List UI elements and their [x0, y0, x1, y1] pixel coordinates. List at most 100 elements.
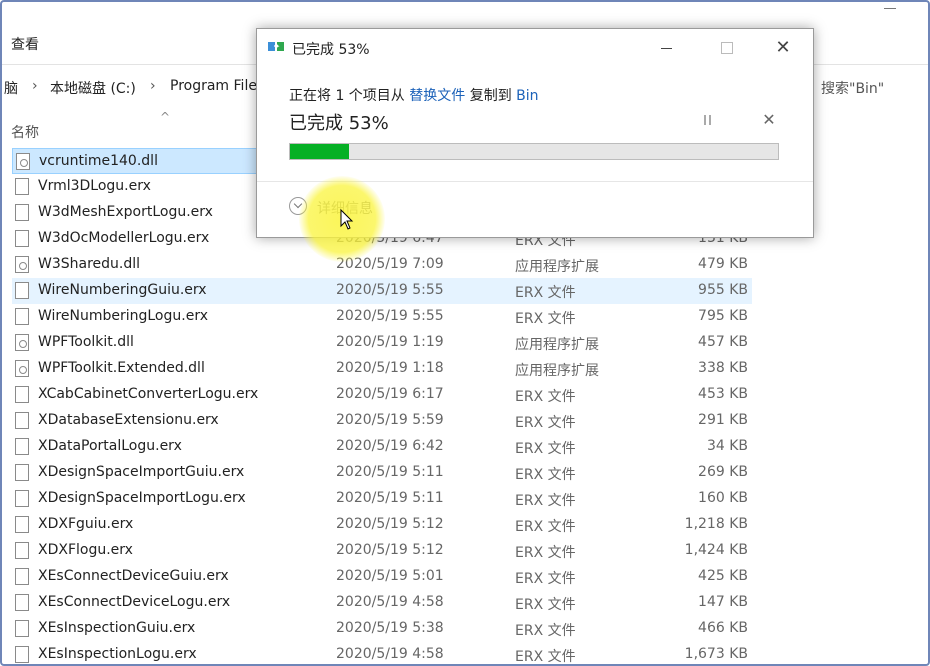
file-icon: [15, 386, 29, 403]
file-icon: [15, 438, 29, 455]
file-name: XEsConnectDeviceGuiu.erx: [38, 568, 229, 584]
file-type: ERX 文件: [515, 285, 576, 301]
file-row[interactable]: XDXFguiu.erx 2020/5/19 5:12 ERX 文件 1,218 KB: [12, 512, 752, 538]
file-date: 2020/5/19 1:19: [336, 334, 444, 350]
file-row[interactable]: WireNumberingGuiu.erx 2020/5/19 5:55 ERX 文…: [12, 278, 752, 304]
file-date: 2020/5/19 4:58: [336, 594, 444, 610]
pause-icon[interactable]: [700, 113, 716, 129]
breadcrumb-separator-icon: ›: [150, 78, 156, 94]
maximize-button[interactable]: [704, 33, 750, 63]
file-name: Vrml3DLogu.erx: [38, 178, 151, 194]
file-type: ERX 文件: [515, 467, 576, 483]
file-date: 2020/5/19 5:11: [336, 464, 444, 480]
file-type: 应用程序扩展: [515, 337, 599, 353]
file-name: W3Sharedu.dll: [38, 256, 141, 272]
mouse-cursor-icon: [340, 209, 354, 230]
minimize-button[interactable]: [644, 33, 690, 63]
file-size: 795 KB: [698, 308, 748, 324]
file-type: ERX 文件: [515, 623, 576, 639]
file-row[interactable]: XDesignSpaceImportLogu.erx 2020/5/19 5:11…: [12, 486, 752, 512]
file-row[interactable]: XCabCabinetConverterLogu.erx 2020/5/19 6:…: [12, 382, 752, 408]
column-header-name[interactable]: 名称: [11, 122, 39, 142]
file-date: 2020/5/19 6:17: [336, 386, 444, 402]
file-date: 2020/5/19 6:42: [336, 438, 444, 454]
file-date: 2020/5/19 5:38: [336, 620, 444, 636]
file-type: ERX 文件: [515, 389, 576, 405]
file-icon: [15, 568, 29, 585]
file-icon: [15, 464, 29, 481]
file-date: 2020/5/19 5:12: [336, 516, 444, 532]
file-name: XDesignSpaceImportGuiu.erx: [38, 464, 245, 480]
file-name: W3dOcModellerLogu.erx: [38, 230, 210, 246]
file-size: 955 KB: [698, 282, 748, 298]
progress-bar: [289, 143, 779, 160]
file-row[interactable]: XDataPortalLogu.erx 2020/5/19 6:42 ERX 文件 3…: [12, 434, 752, 460]
file-size: 479 KB: [698, 256, 748, 272]
file-name: W3dMeshExportLogu.erx: [38, 204, 213, 220]
file-size: 425 KB: [698, 568, 748, 584]
file-name: XDesignSpaceImportLogu.erx: [38, 490, 246, 506]
progress-fill: [290, 144, 349, 159]
file-name: vcruntime140.dll: [39, 153, 158, 169]
file-row[interactable]: XEsConnectDeviceLogu.erx 2020/5/19 4:58 ER…: [12, 590, 752, 616]
file-name: WPFToolkit.Extended.dll: [38, 360, 205, 376]
file-type: ERX 文件: [515, 441, 576, 457]
search-input[interactable]: 搜索"Bin": [810, 72, 928, 102]
file-icon: [15, 646, 29, 663]
file-name: XEsConnectDeviceLogu.erx: [38, 594, 231, 610]
status-mid: 复制到: [465, 88, 517, 104]
sort-ascending-icon: ^: [160, 110, 171, 124]
breadcrumb-separator-icon: ›: [32, 78, 38, 94]
file-row[interactable]: XEsConnectDeviceGuiu.erx 2020/5/19 5:01 ER…: [12, 564, 752, 590]
copy-progress-dialog: 已完成 53% ✕ 正在将 1 个项目从 替换文件 复制到 Bin 已完成 53…: [256, 28, 814, 238]
file-date: 2020/5/19 5:01: [336, 568, 444, 584]
chevron-down-icon: [289, 197, 307, 215]
file-row[interactable]: XEsInspectionGuiu.erx 2020/5/19 5:38 ERX 文…: [12, 616, 752, 642]
source-folder-link[interactable]: 替换文件: [409, 88, 465, 104]
file-name: XDatabaseExtensionu.erx: [38, 412, 219, 428]
file-size: 466 KB: [698, 620, 748, 636]
file-icon: [15, 542, 29, 559]
file-date: 2020/5/19 5:55: [336, 282, 444, 298]
file-date: 2020/5/19 5:55: [336, 308, 444, 324]
file-icon: [15, 620, 29, 637]
file-row[interactable]: WireNumberingLogu.erx 2020/5/19 5:55 ERX 文…: [12, 304, 752, 330]
close-button[interactable]: ✕: [760, 33, 806, 63]
file-row[interactable]: WPFToolkit.dll 2020/5/19 1:19 应用程序扩展 457 KB: [12, 330, 752, 356]
file-name: XDXFguiu.erx: [38, 516, 134, 532]
file-date: 2020/5/19 7:09: [336, 256, 444, 272]
file-size: 291 KB: [698, 412, 748, 428]
file-size: 1,673 KB: [684, 646, 748, 662]
destination-folder-link[interactable]: Bin: [516, 88, 538, 104]
dialog-divider: [257, 181, 813, 182]
progress-percent-text: 已完成 53%: [289, 113, 389, 134]
file-row[interactable]: XDXFlogu.erx 2020/5/19 5:12 ERX 文件 1,424 KB: [12, 538, 752, 564]
cancel-copy-button[interactable]: ✕: [760, 111, 778, 129]
dialog-titlebar[interactable]: 已完成 53% ✕: [257, 29, 813, 67]
file-row[interactable]: XEsInspectionLogu.erx 2020/5/19 4:58 ERX 文…: [12, 642, 752, 664]
file-type: ERX 文件: [515, 649, 576, 664]
file-size: 1,424 KB: [684, 542, 748, 558]
file-date: 2020/5/19 1:18: [336, 360, 444, 376]
file-name: XEsInspectionLogu.erx: [38, 646, 197, 662]
file-date: 2020/5/19 5:12: [336, 542, 444, 558]
file-size: 1,218 KB: [684, 516, 748, 532]
file-name: XDataPortalLogu.erx: [38, 438, 182, 454]
file-row[interactable]: XDatabaseExtensionu.erx 2020/5/19 5:59 ERX…: [12, 408, 752, 434]
breadcrumb-program-files[interactable]: Program File: [170, 78, 257, 94]
file-date: 2020/5/19 5:59: [336, 412, 444, 428]
file-name: WPFToolkit.dll: [38, 334, 134, 350]
ribbon-tab-view[interactable]: 查看: [11, 34, 39, 54]
file-type: ERX 文件: [515, 311, 576, 327]
file-row[interactable]: WPFToolkit.Extended.dll 2020/5/19 1:18 应用程…: [12, 356, 752, 382]
copy-icon: [268, 42, 284, 51]
file-icon: [15, 204, 29, 221]
breadcrumb-this-pc[interactable]: 脑: [4, 78, 18, 98]
file-name: XEsInspectionGuiu.erx: [38, 620, 196, 636]
file-icon: [15, 594, 29, 611]
file-row[interactable]: W3Sharedu.dll 2020/5/19 7:09 应用程序扩展 479 KB: [12, 252, 752, 278]
breadcrumb-local-disk[interactable]: 本地磁盘 (C:): [50, 78, 136, 98]
file-size: 457 KB: [698, 334, 748, 350]
file-size: 453 KB: [698, 386, 748, 402]
file-row[interactable]: XDesignSpaceImportGuiu.erx 2020/5/19 5:11…: [12, 460, 752, 486]
